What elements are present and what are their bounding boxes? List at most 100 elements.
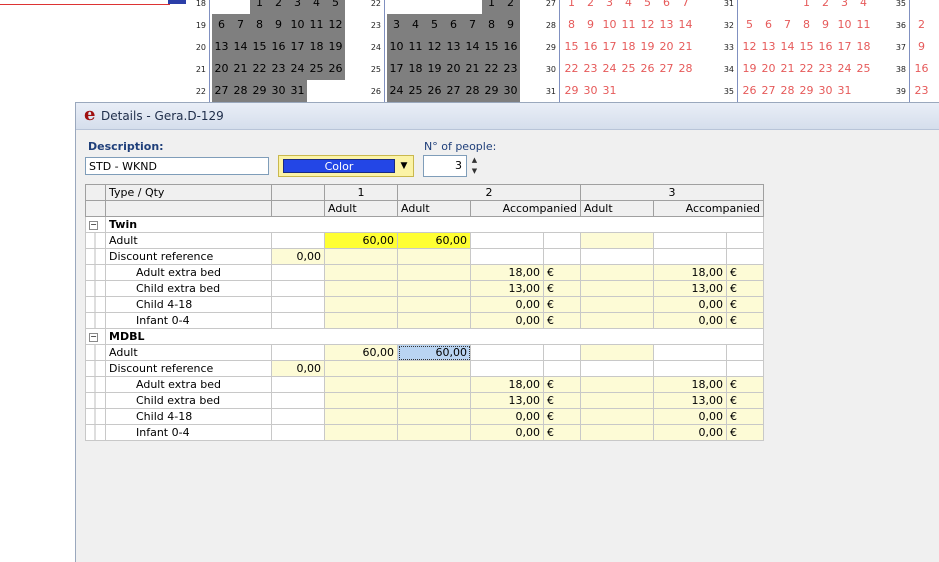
group-row[interactable]: − MDBL xyxy=(85,328,764,345)
rate-col3-adult[interactable] xyxy=(580,232,654,249)
calendar-day[interactable]: 29 xyxy=(562,80,581,102)
calendar-day[interactable]: 8 xyxy=(797,14,816,36)
calendar-day[interactable]: 12 xyxy=(740,36,759,58)
calendar-day[interactable]: 5 xyxy=(740,14,759,36)
calendar-day[interactable]: 3 xyxy=(288,0,307,14)
calendar-day[interactable]: 4 xyxy=(307,0,326,14)
calendar-day[interactable]: 2 xyxy=(816,0,835,14)
rate-col2-adult[interactable] xyxy=(397,312,471,329)
calendar-day[interactable]: 14 xyxy=(676,14,695,36)
rate-col3-adult[interactable] xyxy=(580,376,654,393)
rate-col2-adult[interactable]: 60,00 xyxy=(397,344,471,361)
calendar-day[interactable]: 17 xyxy=(835,36,854,58)
rate-col2-adult[interactable] xyxy=(397,296,471,313)
rate-col3-accompanied[interactable] xyxy=(653,344,727,361)
calendar-day[interactable]: 4 xyxy=(619,0,638,14)
calendar-day[interactable]: 13 xyxy=(212,36,231,58)
rate-col3-accompanied[interactable]: 18,00 xyxy=(653,376,727,393)
base-value[interactable]: 0,00 xyxy=(271,360,325,377)
calendar-day[interactable]: 14 xyxy=(463,36,482,58)
calendar-day[interactable]: 27 xyxy=(759,80,778,102)
color-dropdown[interactable]: Color ▼ xyxy=(278,155,414,177)
people-stepper[interactable]: ▲ ▼ xyxy=(468,155,481,177)
calendar-day[interactable]: 24 xyxy=(288,58,307,80)
table-row[interactable]: Adult extra bed 18,00 €18,00 € xyxy=(85,376,764,393)
calendar-day[interactable]: 28 xyxy=(463,80,482,102)
rate-col2-adult[interactable] xyxy=(397,392,471,409)
calendar-day[interactable]: 6 xyxy=(444,14,463,36)
calendar-day[interactable]: 5 xyxy=(425,14,444,36)
table-row[interactable]: Discount reference 0,00 xyxy=(85,248,764,265)
calendar-day[interactable]: 27 xyxy=(657,58,676,80)
calendar-day[interactable]: 1 xyxy=(797,0,816,14)
rate-col3-accompanied[interactable]: 0,00 xyxy=(653,312,727,329)
collapse-icon[interactable]: − xyxy=(89,332,98,342)
calendar-day[interactable]: 29 xyxy=(250,80,269,102)
calendar-day[interactable]: 2 xyxy=(269,0,288,14)
rate-col3-accompanied[interactable] xyxy=(653,232,727,249)
rate-col3-adult[interactable] xyxy=(580,392,654,409)
calendar-day[interactable]: 24 xyxy=(600,58,619,80)
rate-col2-accompanied[interactable] xyxy=(470,360,544,377)
rate-col1-adult[interactable] xyxy=(324,264,398,281)
calendar-day[interactable]: 23 xyxy=(816,58,835,80)
calendar-day[interactable]: 8 xyxy=(250,14,269,36)
rate-col3-adult[interactable] xyxy=(580,424,654,441)
rate-col2-accompanied[interactable]: 13,00 xyxy=(470,280,544,297)
calendar-day[interactable]: 7 xyxy=(676,0,695,14)
calendar-day[interactable]: 18 xyxy=(619,36,638,58)
rate-col3-accompanied[interactable] xyxy=(653,360,727,377)
calendar-day[interactable]: 18 xyxy=(854,36,873,58)
calendar-day[interactable]: 30 xyxy=(501,80,520,102)
rate-col2-accompanied[interactable]: 18,00 xyxy=(470,376,544,393)
calendar-day[interactable]: 7 xyxy=(231,14,250,36)
calendar-day[interactable]: 6 xyxy=(759,14,778,36)
description-input[interactable]: STD - WKND xyxy=(85,157,269,175)
rate-col2-accompanied[interactable]: 13,00 xyxy=(470,392,544,409)
table-row[interactable]: Adult extra bed 18,00 €18,00 € xyxy=(85,264,764,281)
calendar-day[interactable]: 12 xyxy=(326,14,345,36)
rate-col3-adult[interactable] xyxy=(580,280,654,297)
calendar-day[interactable]: 16 xyxy=(912,58,931,80)
rate-col3-adult[interactable] xyxy=(580,264,654,281)
calendar-day[interactable]: 6 xyxy=(657,0,676,14)
calendar-day[interactable]: 17 xyxy=(288,36,307,58)
calendar-day[interactable]: 13 xyxy=(444,36,463,58)
calendar-day[interactable]: 31 xyxy=(835,80,854,102)
rate-col3-accompanied[interactable]: 0,00 xyxy=(653,424,727,441)
people-count-input[interactable]: 3 xyxy=(423,155,467,177)
rate-col2-accompanied[interactable] xyxy=(470,232,544,249)
calendar-day[interactable]: 11 xyxy=(307,14,326,36)
rate-col1-adult[interactable] xyxy=(324,296,398,313)
group-toggle[interactable]: − xyxy=(85,216,106,233)
rate-col3-accompanied[interactable]: 13,00 xyxy=(653,280,727,297)
calendar-day[interactable]: 24 xyxy=(387,80,406,102)
table-row[interactable]: Child extra bed 13,00 €13,00 € xyxy=(85,392,764,409)
rate-col2-adult[interactable] xyxy=(397,408,471,425)
calendar-day[interactable]: 25 xyxy=(307,58,326,80)
calendar-day[interactable]: 20 xyxy=(759,58,778,80)
calendar-day[interactable]: 14 xyxy=(778,36,797,58)
calendar-day[interactable]: 10 xyxy=(600,14,619,36)
calendar-day[interactable]: 25 xyxy=(406,80,425,102)
calendar-day[interactable]: 30 xyxy=(816,80,835,102)
rate-col1-adult[interactable] xyxy=(324,280,398,297)
calendar-day[interactable]: 16 xyxy=(501,36,520,58)
rate-col1-adult[interactable] xyxy=(324,360,398,377)
base-value[interactable]: 0,00 xyxy=(271,248,325,265)
calendar-day[interactable]: 10 xyxy=(835,14,854,36)
group-toggle[interactable]: − xyxy=(85,328,106,345)
calendar-day[interactable]: 27 xyxy=(212,80,231,102)
table-row[interactable]: Child 4-18 0,00 €0,00 € xyxy=(85,296,764,313)
chevron-down-icon[interactable]: ▼ xyxy=(397,159,411,173)
calendar-day[interactable]: 21 xyxy=(231,58,250,80)
calendar-day[interactable]: 26 xyxy=(638,58,657,80)
calendar-day[interactable]: 18 xyxy=(307,36,326,58)
calendar-day[interactable]: 21 xyxy=(463,58,482,80)
rate-col3-adult[interactable] xyxy=(580,312,654,329)
base-value[interactable] xyxy=(271,280,325,297)
rate-col2-accompanied[interactable] xyxy=(470,248,544,265)
base-value[interactable] xyxy=(271,376,325,393)
calendar-day[interactable]: 22 xyxy=(562,58,581,80)
calendar-day[interactable]: 19 xyxy=(740,58,759,80)
